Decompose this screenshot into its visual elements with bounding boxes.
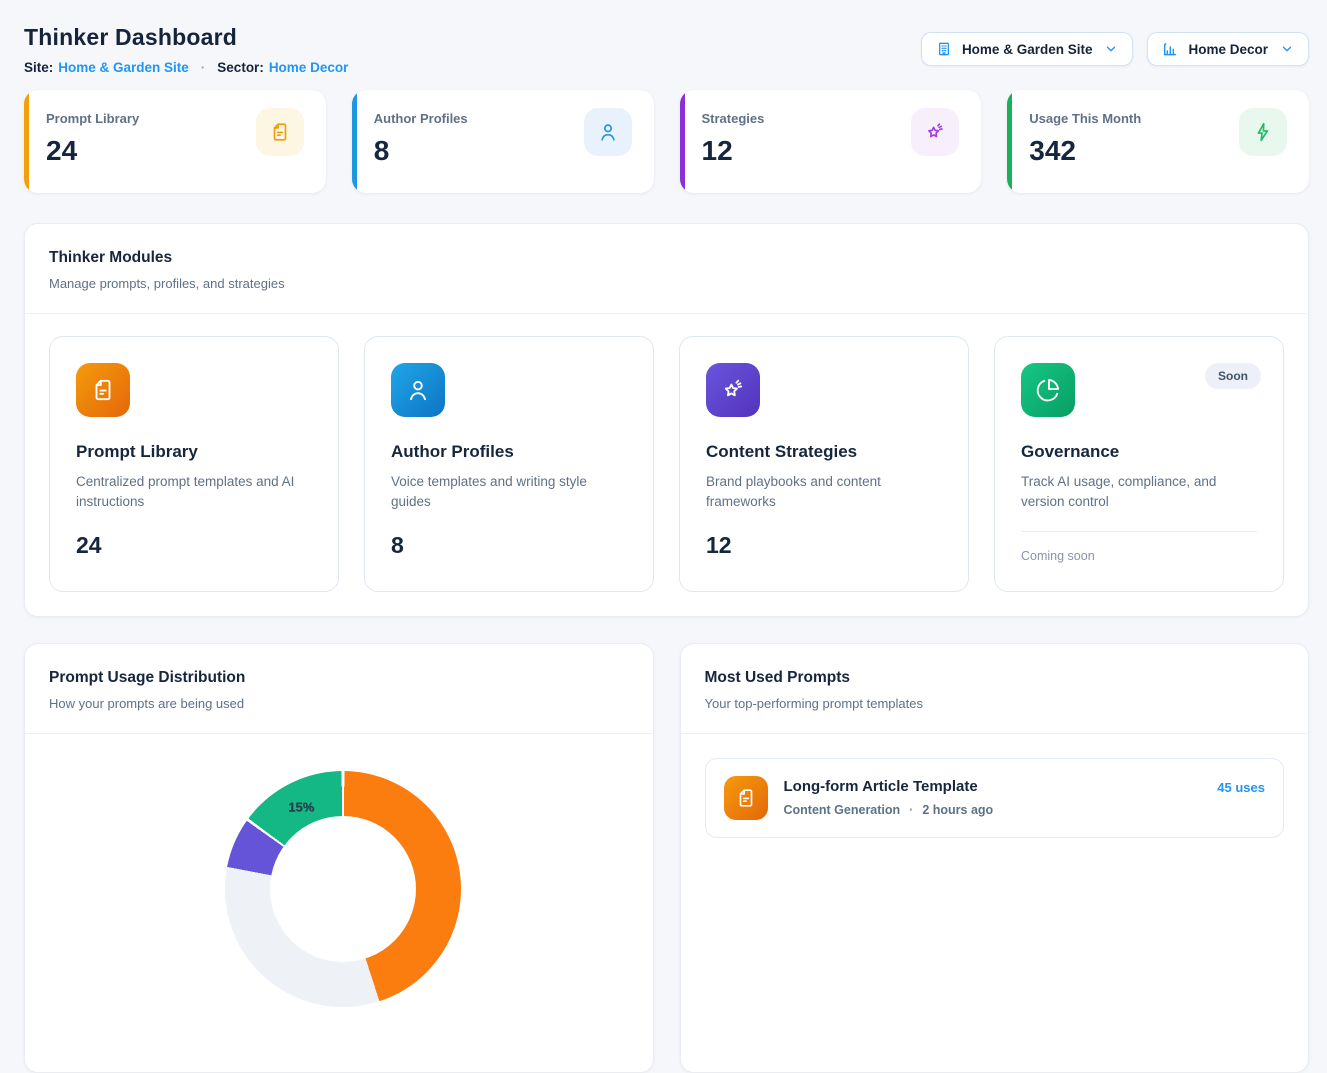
bottom-grid: Prompt Usage Distribution How your promp… <box>24 643 1309 1073</box>
module-description: Track AI usage, compliance, and version … <box>1021 472 1257 513</box>
module-footer: Coming soon <box>1021 549 1257 563</box>
usage-panel-header: Prompt Usage Distribution How your promp… <box>25 644 653 733</box>
document-icon <box>256 108 304 156</box>
building-icon <box>936 41 952 57</box>
page-title: Thinker Dashboard <box>24 24 348 51</box>
lightning-icon <box>1239 108 1287 156</box>
module-description: Centralized prompt templates and AI inst… <box>76 472 312 513</box>
divider <box>1021 531 1257 532</box>
document-icon <box>76 363 130 417</box>
prompt-category: Content Generation <box>784 803 901 817</box>
most-used-prompts-panel: Most Used Prompts Your top-performing pr… <box>680 643 1310 1073</box>
module-description: Voice templates and writing style guides <box>391 472 627 513</box>
module-card-author-profiles[interactable]: Author Profiles Voice templates and writ… <box>364 336 654 592</box>
donut-slice-label: 15% <box>288 800 314 815</box>
soon-badge: Soon <box>1205 363 1261 389</box>
prompts-panel-subtitle: Your top-performing prompt templates <box>705 696 1285 711</box>
sector-link[interactable]: Home Decor <box>269 60 349 75</box>
sector-selector-label: Home Decor <box>1188 42 1268 57</box>
module-title: Governance <box>1021 442 1257 462</box>
usage-panel-title: Prompt Usage Distribution <box>49 669 629 687</box>
site-selector-dropdown[interactable]: Home & Garden Site <box>921 32 1134 66</box>
module-count: 8 <box>391 532 627 559</box>
title-block: Thinker Dashboard Site: Home & Garden Si… <box>24 24 348 75</box>
breadcrumb-separator: · <box>201 60 206 75</box>
star-sparkle-icon <box>911 108 959 156</box>
user-icon <box>584 108 632 156</box>
dashboard-page: Thinker Dashboard Site: Home & Garden Si… <box>0 0 1327 1073</box>
modules-panel-subtitle: Manage prompts, profiles, and strategies <box>49 276 1284 291</box>
donut-hole <box>270 816 416 962</box>
thinker-modules-panel: Thinker Modules Manage prompts, profiles… <box>24 223 1309 617</box>
prompts-panel-title: Most Used Prompts <box>705 669 1285 687</box>
stat-card-usage: Usage This Month 342 <box>1007 90 1309 193</box>
site-link[interactable]: Home & Garden Site <box>58 60 189 75</box>
modules-panel-title: Thinker Modules <box>49 249 1284 267</box>
pie-chart-icon <box>1021 363 1075 417</box>
donut-chart-area: 15% <box>25 734 653 1073</box>
sector-selector-dropdown[interactable]: Home Decor <box>1147 32 1309 66</box>
meta-separator: · <box>909 803 913 817</box>
module-title: Author Profiles <box>391 442 627 462</box>
donut-chart: 15% <box>225 771 461 1007</box>
prompt-info: Long-form Article Template Content Gener… <box>784 776 1202 817</box>
stat-card-author-profiles: Author Profiles 8 <box>352 90 654 193</box>
usage-panel-subtitle: How your prompts are being used <box>49 696 629 711</box>
breadcrumb: Site: Home & Garden Site · Sector: Home … <box>24 60 348 75</box>
module-card-prompt-library[interactable]: Prompt Library Centralized prompt templa… <box>49 336 339 592</box>
module-card-governance[interactable]: Soon Governance Track AI usage, complian… <box>994 336 1284 592</box>
stat-card-prompt-library: Prompt Library 24 <box>24 90 326 193</box>
document-icon <box>724 776 768 820</box>
module-count: 24 <box>76 532 312 559</box>
stat-card-strategies: Strategies 12 <box>680 90 982 193</box>
prompt-list: Long-form Article Template Content Gener… <box>681 734 1309 862</box>
prompt-uses-badge: 45 uses <box>1217 776 1265 795</box>
star-sparkle-icon <box>706 363 760 417</box>
prompt-meta: Content Generation · 2 hours ago <box>784 803 1202 817</box>
user-icon <box>391 363 445 417</box>
bar-chart-icon <box>1162 41 1178 57</box>
modules-panel-header: Thinker Modules Manage prompts, profiles… <box>25 224 1308 313</box>
site-label: Site: <box>24 60 53 75</box>
module-title: Prompt Library <box>76 442 312 462</box>
module-description: Brand playbooks and content frameworks <box>706 472 942 513</box>
prompt-title: Long-form Article Template <box>784 778 1202 795</box>
site-selector-label: Home & Garden Site <box>962 42 1093 57</box>
prompt-usage-panel: Prompt Usage Distribution How your promp… <box>24 643 654 1073</box>
chevron-down-icon <box>1104 42 1118 56</box>
sector-label: Sector: <box>217 60 264 75</box>
stats-row: Prompt Library 24 Author Profiles 8 Stra… <box>24 90 1309 193</box>
module-count: 12 <box>706 532 942 559</box>
top-bar: Thinker Dashboard Site: Home & Garden Si… <box>24 24 1309 75</box>
module-card-content-strategies[interactable]: Content Strategies Brand playbooks and c… <box>679 336 969 592</box>
prompt-time: 2 hours ago <box>922 803 993 817</box>
module-title: Content Strategies <box>706 442 942 462</box>
modules-grid: Prompt Library Centralized prompt templa… <box>25 314 1308 616</box>
chevron-down-icon <box>1280 42 1294 56</box>
header-selectors: Home & Garden Site Home Decor <box>921 32 1309 66</box>
list-item-prompt[interactable]: Long-form Article Template Content Gener… <box>705 758 1285 838</box>
prompts-panel-header: Most Used Prompts Your top-performing pr… <box>681 644 1309 733</box>
